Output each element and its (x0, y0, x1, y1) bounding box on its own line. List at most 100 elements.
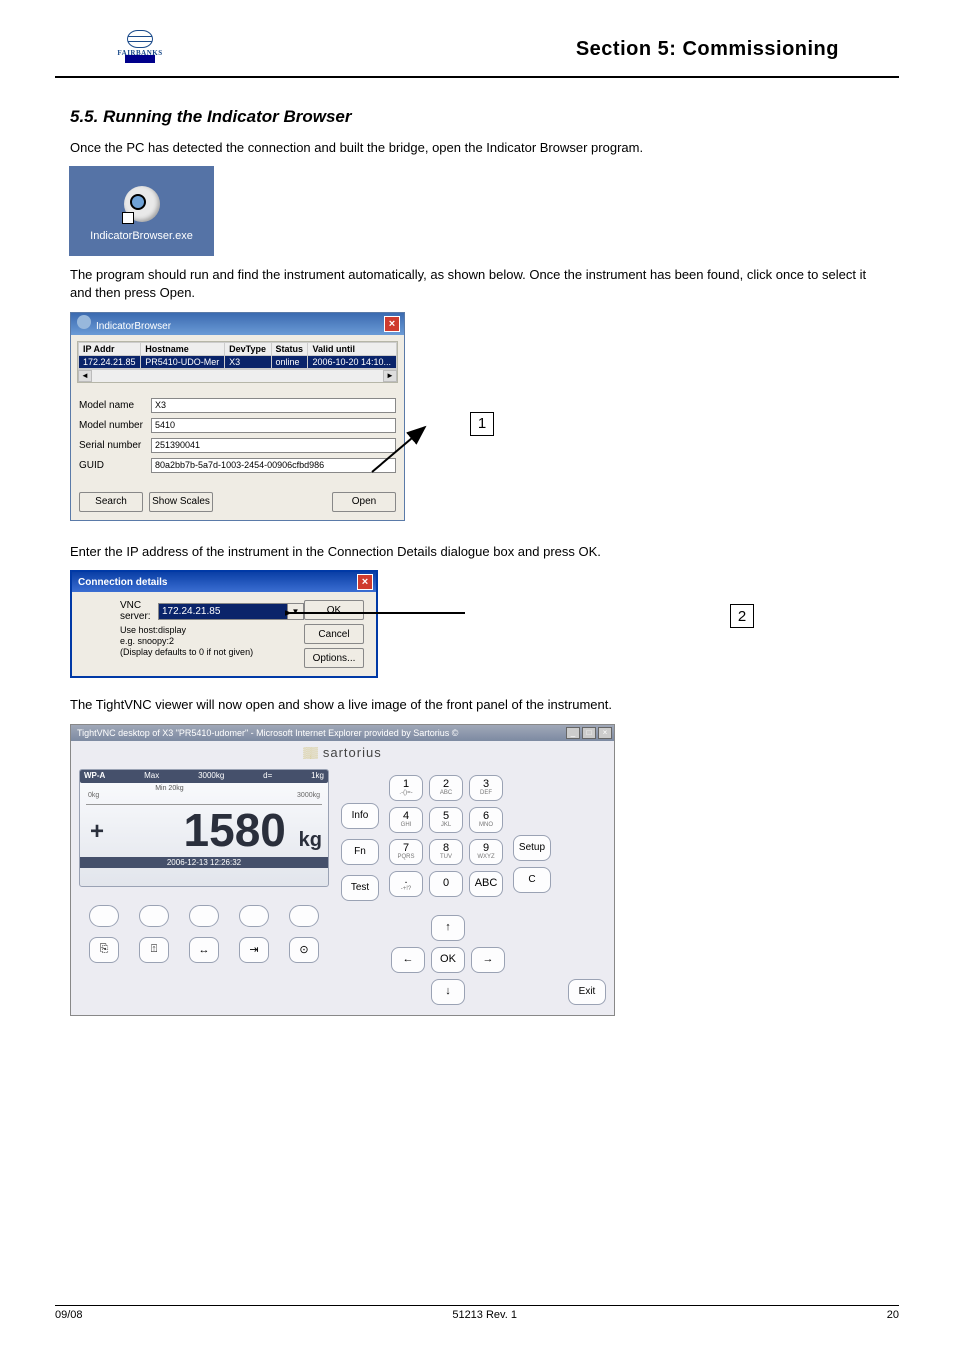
keypad-2[interactable]: 2ABC (429, 775, 463, 801)
func-key-1[interactable]: ⎘ (89, 937, 119, 963)
callout-2: 2 (730, 604, 754, 628)
ib-close-button[interactable]: × (384, 316, 400, 332)
keypad-8[interactable]: 8TUV (429, 839, 463, 865)
func-key-4[interactable]: ⇥ (239, 937, 269, 963)
col-ip[interactable]: IP Addr (79, 342, 141, 355)
cell-dev: X3 (225, 355, 271, 368)
setup-button[interactable]: Setup (513, 835, 551, 861)
softkey-3[interactable] (189, 905, 219, 927)
softkey-row (79, 905, 329, 927)
test-button[interactable]: Test (341, 875, 379, 901)
col-valid[interactable]: Valid until (308, 342, 397, 355)
func-key-2[interactable]: ⍐ (139, 937, 169, 963)
vnc-title-text: TightVNC desktop of X3 "PR5410-udomer" -… (77, 728, 458, 738)
keypad-6[interactable]: 6MNO (469, 807, 503, 833)
fairbanks-logo: FAIRBANKS (115, 30, 165, 68)
keypad-7[interactable]: 7PQRS (389, 839, 423, 865)
ib-showscales-button[interactable]: Show Scales (149, 492, 213, 512)
sartorius-logo-icon: ▒▒ (303, 747, 317, 759)
weight-unit: kg (299, 829, 322, 851)
lbl-serial: Serial number (79, 440, 151, 451)
cd-options-button[interactable]: Options... (304, 648, 364, 668)
softkey-2[interactable] (139, 905, 169, 927)
lbl-guid: GUID (79, 460, 151, 471)
sartorius-brand-text: sartorius (323, 745, 382, 760)
keypad-5[interactable]: 5JKL (429, 807, 463, 833)
cd-close-button[interactable]: × (357, 574, 373, 590)
footer-date: 09/08 (55, 1309, 83, 1321)
lbl-modelnumber: Model number (79, 420, 151, 431)
col-host[interactable]: Hostname (141, 342, 225, 355)
nav-right[interactable]: → (471, 947, 505, 973)
softkey-1[interactable] (89, 905, 119, 927)
nav-ok[interactable]: OK (431, 947, 465, 973)
func-key-5[interactable]: ⊙ (289, 937, 319, 963)
weight-display: WP-A Max 3000kg d= 1kg Min 20kg 0k (79, 769, 329, 887)
open-annotation-arrow (370, 412, 450, 482)
step1-paragraph: The program should run and find the inst… (70, 266, 884, 301)
keypad-1[interactable]: 1.-()=- (389, 775, 423, 801)
vnc-max-button[interactable]: □ (582, 727, 596, 739)
ib-hscroll[interactable]: ◄► (78, 369, 397, 382)
ib-search-button[interactable]: Search (79, 492, 143, 512)
cd-title-text: Connection details (78, 577, 167, 588)
cd-server-label: VNC server: (120, 600, 154, 622)
clear-button[interactable]: C (513, 867, 551, 893)
sartorius-brandbar: ▒▒ sartorius (71, 741, 614, 765)
info-button[interactable]: Info (341, 803, 379, 829)
cd-server-input[interactable] (158, 603, 288, 620)
cell-status: online (271, 355, 308, 368)
footer-pub: 51213 Rev. 1 (452, 1309, 517, 1321)
ib-open-button[interactable]: Open (332, 492, 396, 512)
ib-result-grid[interactable]: IP Addr Hostname DevType Status Valid un… (77, 341, 398, 383)
col-devtype[interactable]: DevType (225, 342, 271, 355)
function-key-row: ⎘ ⍐ ↔ ⇥ ⊙ (79, 937, 329, 963)
cd-help2: e.g. snoopy:2 (120, 636, 304, 647)
keypad-.[interactable]: .-+!? (389, 871, 423, 897)
softkey-5[interactable] (289, 905, 319, 927)
plus-icon: + (90, 818, 104, 846)
inp-modelname[interactable] (151, 398, 396, 413)
keypad-4[interactable]: 4GHI (389, 807, 423, 833)
nav-up[interactable]: ↑ (431, 915, 465, 941)
inp-serial[interactable] (151, 438, 396, 453)
nav-cluster: ↑ ← OK → ↓ (391, 915, 505, 1005)
callout-1: 1 (470, 412, 494, 436)
step3-paragraph: The TightVNC viewer will now open and sh… (70, 696, 884, 714)
lbl-modelname: Model name (79, 400, 151, 411)
inp-guid[interactable] (151, 458, 396, 473)
keypad-ABC[interactable]: ABC (469, 871, 503, 897)
cell-valid: 2006-10-20 14:10... (308, 355, 397, 368)
exit-button[interactable]: Exit (568, 979, 606, 1005)
footer-page: 20 (887, 1309, 899, 1321)
keypad-9[interactable]: 9WXYZ (469, 839, 503, 865)
weight-value: 1580 (184, 804, 286, 856)
intro-paragraph: Once the PC has detected the connection … (70, 139, 884, 157)
vnc-titlebar: TightVNC desktop of X3 "PR5410-udomer" -… (71, 725, 614, 741)
scale-max: 3000kg (297, 792, 320, 799)
indicatorbrowser-shortcut[interactable]: ↗ IndicatorBrowser.exe (69, 166, 214, 256)
ib-row-selected[interactable]: 172.24.21.85 PR5410-UDO-Mer X3 online 20… (79, 355, 397, 368)
cd-help1: Use host:display (120, 625, 304, 636)
softkey-4[interactable] (239, 905, 269, 927)
cell-ip: 172.24.21.85 (79, 355, 141, 368)
cd-vnc-icon (80, 600, 120, 668)
display-datetime: 2006-12-13 12:26:32 (80, 857, 328, 868)
nav-down[interactable]: ↓ (431, 979, 465, 1005)
ib-title-text: IndicatorBrowser (96, 321, 171, 332)
nav-left[interactable]: ← (391, 947, 425, 973)
cell-host: PR5410-UDO-Mer (141, 355, 225, 368)
vnc-min-button[interactable]: _ (566, 727, 580, 739)
magnifier-shortcut-icon: ↗ (124, 186, 160, 222)
keypad-3[interactable]: 3DEF (469, 775, 503, 801)
ib-app-icon (77, 315, 91, 329)
cd-help3: (Display defaults to 0 if not given) (120, 647, 304, 658)
func-key-3[interactable]: ↔ (189, 937, 219, 963)
section-title: Section 5: Commissioning (576, 38, 839, 61)
keypad-0[interactable]: 0 (429, 871, 463, 897)
inp-modelnumber[interactable] (151, 418, 396, 433)
shortcut-label: IndicatorBrowser.exe (90, 230, 193, 242)
fn-button[interactable]: Fn (341, 839, 379, 865)
vnc-close-button[interactable]: × (598, 727, 612, 739)
col-status[interactable]: Status (271, 342, 308, 355)
